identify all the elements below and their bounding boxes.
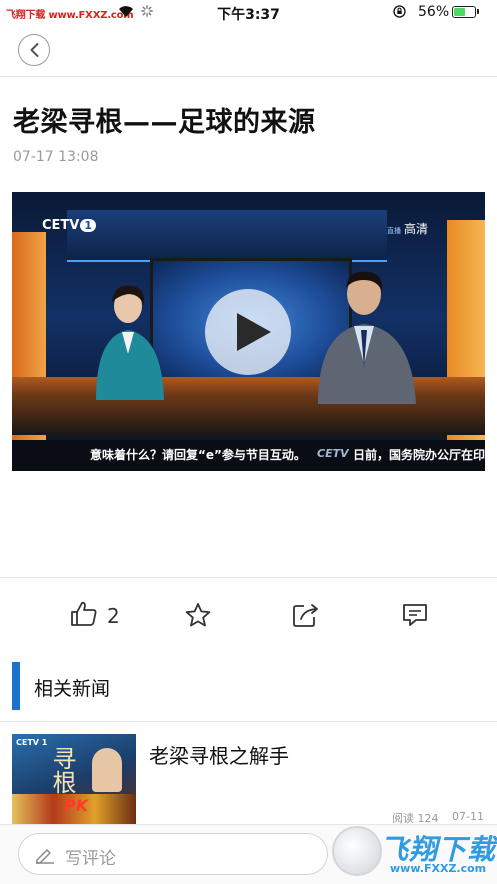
ticker-text-2: 日前，国务院办公厅在印发 — [353, 448, 485, 462]
anchor-left-figure — [96, 285, 164, 400]
play-button[interactable] — [205, 289, 291, 375]
play-icon — [237, 313, 271, 351]
watermark-url: www.FXXZ.com — [390, 862, 487, 875]
battery-nub — [477, 9, 479, 14]
battery-percent: 56% — [418, 4, 450, 20]
news-date: 07-11 — [452, 810, 484, 823]
channel-logo: CETV 1 — [42, 218, 97, 233]
news-title: 老梁寻根之解手 — [149, 744, 289, 768]
news-thumb-badge: PK — [64, 796, 89, 815]
news-thumb-logo: CETV 1 — [16, 738, 48, 747]
video-ticker: 意味着什么？请回复“e”参与节目互动。 CETV 日前，国务院办公厅在印发 — [12, 440, 485, 471]
pencil-icon — [36, 849, 54, 864]
news-thumb-calligraphy: 寻根 — [48, 746, 76, 794]
video-led-wall — [67, 210, 387, 262]
related-news-heading: 相关新闻 — [34, 678, 111, 700]
share-icon[interactable] — [292, 602, 320, 628]
nav-bar — [0, 24, 497, 77]
comment-icon[interactable] — [401, 602, 429, 628]
battery-icon — [452, 6, 476, 18]
hd-badge: 直播 高清 — [387, 220, 428, 237]
channel-number: 1 — [80, 219, 97, 232]
hd-badge-prefix: 直播 — [387, 227, 401, 235]
like-count: 2 — [107, 604, 120, 628]
comment-placeholder: 写评论 — [65, 849, 116, 869]
video-player[interactable]: CETV 1 直播 高清 意味着什么？请回复“e”参与节目互动。 CETV 日前，国… — [12, 192, 485, 471]
article-title: 老梁寻根——足球的来源 — [13, 107, 316, 138]
article-time: 07-17 13:08 — [13, 149, 99, 165]
star-icon[interactable] — [184, 602, 212, 628]
divider — [0, 721, 497, 722]
watermark-logo-icon — [332, 826, 382, 876]
divider — [0, 577, 497, 578]
thumbs-up-icon[interactable] — [70, 601, 98, 627]
chevron-left-icon — [30, 43, 39, 57]
status-bar: 飞翔下载 www.FXXZ.com 下午3:37 56% — [0, 0, 497, 24]
ticker-text: 意味着什么？请回复“e”参与节目互动。 — [90, 448, 306, 462]
comment-input[interactable]: 写评论 — [18, 833, 328, 875]
channel-logo-text: CETV — [42, 218, 80, 233]
section-accent-bar — [12, 662, 20, 710]
ticker-logo: CETV — [317, 447, 349, 460]
watermark: 飞翔下载 www.FXXZ.com — [332, 824, 497, 883]
orientation-lock-icon — [393, 5, 406, 18]
battery-fill — [454, 8, 465, 16]
back-button[interactable] — [18, 34, 50, 66]
news-thumbnail: CETV 1 寻根 PK — [12, 734, 136, 824]
news-thumb-person — [92, 748, 122, 792]
anchor-right-figure — [318, 271, 416, 404]
hd-badge-text: 高清 — [404, 222, 429, 236]
